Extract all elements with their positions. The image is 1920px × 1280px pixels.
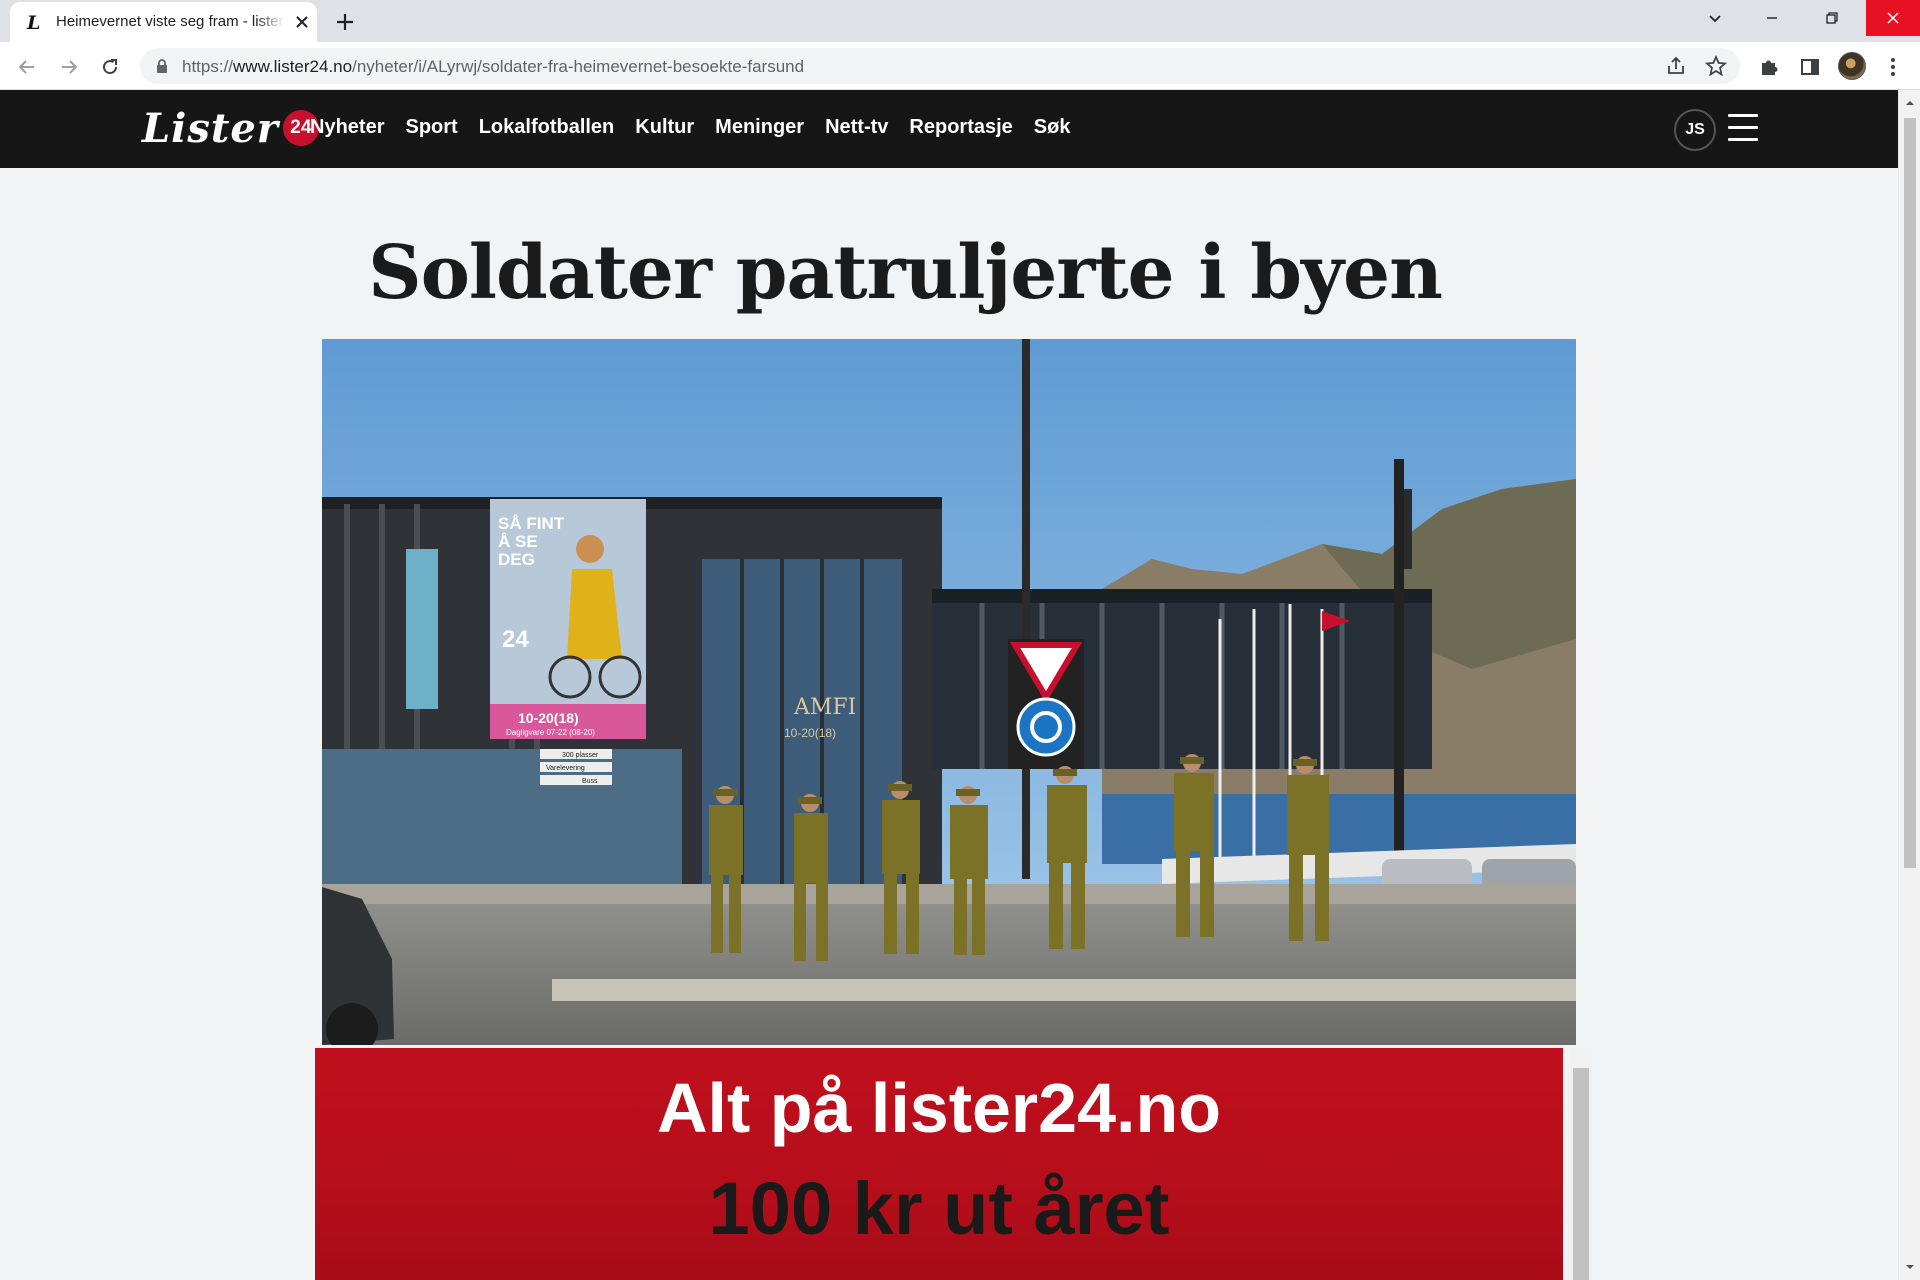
scroll-up-arrow-icon[interactable]: [1905, 98, 1915, 108]
address-bar[interactable]: https://www.lister24.no/nyheter/i/ALyrwj…: [140, 48, 1740, 84]
chrome-menu-button[interactable]: [1880, 54, 1906, 80]
article-headline: Soldater patruljerte i byen: [368, 230, 1443, 316]
nav-item-nyheter[interactable]: Nyheter: [310, 116, 384, 139]
kebab-menu-icon: [1891, 58, 1895, 76]
article-photo[interactable]: SÅ FINT Å SE DEG 24 10-20(18) Dagligvare…: [322, 339, 1576, 1045]
promo-scrollbar-thumb[interactable]: [1573, 1068, 1589, 1280]
restore-button[interactable]: [1809, 0, 1855, 36]
close-tab-icon[interactable]: [292, 12, 312, 32]
browser-tab-strip: L Heimevernet viste seg fram - lister24.…: [0, 0, 1920, 42]
banner-line-2: Å SE: [498, 532, 538, 551]
url-host: www.lister24.no: [233, 57, 353, 76]
nav-item-meninger[interactable]: Meninger: [715, 116, 804, 139]
puzzle-piece-icon: [1762, 60, 1778, 75]
side-panel-icon: [1801, 59, 1819, 75]
subscription-promo[interactable]: Alt på lister24.no 100 kr ut året: [315, 1048, 1563, 1280]
nav-item-kultur[interactable]: Kultur: [635, 116, 694, 139]
url-text[interactable]: https://www.lister24.no/nyheter/i/ALyrwj…: [182, 57, 804, 77]
window-close-button[interactable]: [1866, 0, 1920, 36]
main-nav: Nyheter Sport Lokalfotballen Kultur Meni…: [310, 116, 1070, 139]
soldiers-patrol-photo: SÅ FINT Å SE DEG 24 10-20(18) Dagligvare…: [322, 339, 1576, 1045]
scroll-down-arrow-icon[interactable]: [1905, 1262, 1915, 1272]
nav-item-reportasje[interactable]: Reportasje: [909, 116, 1012, 139]
back-button[interactable]: [14, 54, 40, 80]
tab-search-button[interactable]: [1692, 0, 1738, 36]
tab-title: Heimevernet viste seg fram - lister24.no: [56, 13, 284, 30]
url-path: /nyheter/i/ALyrwj/soldater-fra-heimevern…: [352, 57, 805, 76]
banner-line-3: DEG: [498, 550, 535, 569]
chevron-down-icon: [1709, 15, 1721, 23]
promo-scrollbar[interactable]: [1570, 1048, 1592, 1280]
banner-badge: 24: [502, 626, 529, 653]
close-icon: [1887, 12, 1899, 24]
lock-icon[interactable]: [154, 58, 170, 74]
logo-wordmark: Lister: [142, 104, 279, 152]
site-logo[interactable]: Lister 24: [142, 104, 319, 152]
lister-favicon-icon: L: [26, 12, 40, 33]
banner-sub: Dagligvare 07-22 (08-20): [506, 728, 595, 737]
sign-bus: Buss: [582, 778, 598, 785]
banner-line-1: SÅ FINT: [498, 514, 565, 533]
bookmark-star-icon[interactable]: [1704, 54, 1728, 78]
user-account-button[interactable]: JS: [1674, 109, 1716, 151]
nav-item-sok[interactable]: Søk: [1034, 116, 1071, 139]
reload-icon: [103, 59, 118, 75]
store-hours: 10-20(18): [784, 726, 836, 740]
nav-item-sport[interactable]: Sport: [405, 116, 457, 139]
url-scheme: https://: [182, 57, 234, 76]
side-panel-button[interactable]: [1797, 54, 1823, 80]
promo-price: 100 kr ut året: [708, 1167, 1170, 1250]
back-arrow-icon: [18, 60, 34, 74]
browser-tab[interactable]: L Heimevernet viste seg fram - lister24.…: [10, 2, 317, 42]
restore-icon: [1826, 12, 1838, 24]
profile-avatar[interactable]: [1838, 52, 1866, 80]
store-name: AMFI: [793, 695, 856, 720]
site-header: Lister 24 Nyheter Sport Lokalfotballen K…: [0, 90, 1898, 168]
page-viewport: Lister 24 Nyheter Sport Lokalfotballen K…: [0, 90, 1898, 1280]
browser-toolbar: https://www.lister24.no/nyheter/i/ALyrwj…: [0, 42, 1920, 90]
nav-item-lokalfotballen[interactable]: Lokalfotballen: [479, 116, 615, 139]
new-tab-icon[interactable]: [332, 9, 358, 35]
sign-parking: 300 plasser: [562, 752, 599, 759]
minimize-button[interactable]: [1749, 0, 1795, 36]
banner-hours: 10-20(18): [518, 710, 579, 726]
sign-delivery: Varelevering: [546, 765, 585, 772]
page-scrollbar-thumb[interactable]: [1904, 118, 1916, 868]
reload-button[interactable]: [97, 54, 123, 80]
page-scrollbar[interactable]: [1898, 90, 1920, 1280]
extensions-button[interactable]: [1756, 54, 1782, 80]
hamburger-menu-icon[interactable]: [1728, 114, 1758, 142]
nav-item-nett-tv[interactable]: Nett-tv: [825, 116, 888, 139]
promo-title: Alt på lister24.no: [656, 1069, 1222, 1147]
forward-arrow-icon: [62, 60, 78, 74]
forward-button[interactable]: [56, 54, 82, 80]
svg-text:L: L: [26, 12, 40, 33]
share-icon[interactable]: [1664, 54, 1688, 78]
minimize-icon: [1767, 17, 1777, 19]
